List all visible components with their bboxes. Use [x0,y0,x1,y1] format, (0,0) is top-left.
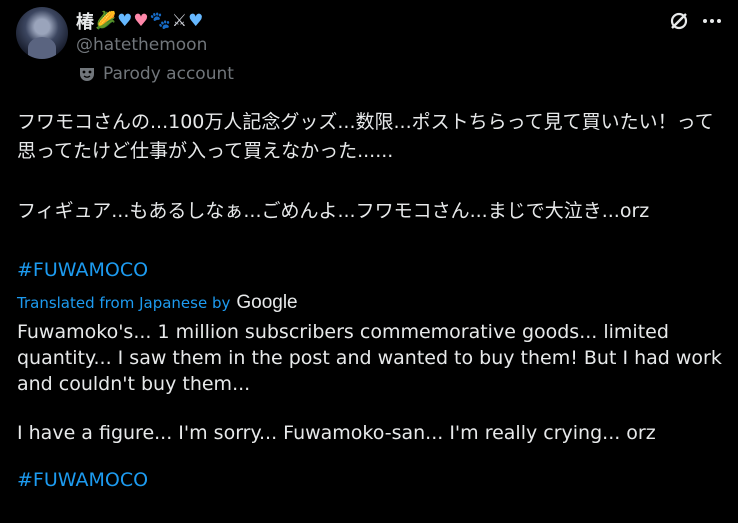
post-text-jp-1: フワモコさんの...100万人記念グッズ...数限...ポストちらって見て買いた… [17,111,714,162]
translated-label: Translated from Japanese by [17,294,231,312]
parody-badge-label: Parody account [103,64,234,84]
post-text-en-2: I have a figure... I'm sorry... Fuwamoko… [17,422,656,444]
more-options-button[interactable] [700,9,724,33]
parody-badge: Parody account [78,64,234,84]
display-name[interactable]: 椿 🌽 ♥ ♥ 🐾 ⚔ ♥ [76,8,203,34]
mask-icon [80,68,94,81]
grok-button[interactable] [667,9,691,33]
more-icon [703,19,721,23]
display-name-text: 椿 [76,12,94,33]
pink-heart-icon: ♥ [133,11,149,31]
crossed-swords-icon: ⚔ [171,11,188,31]
avatar[interactable] [16,7,68,59]
grok-icon [670,12,688,30]
translated-hashtag-link[interactable]: #FUWAMOCO [17,469,148,491]
post-text-en-1: Fuwamoko's... 1 million subscribers comm… [17,321,728,395]
hashtag-link[interactable]: #FUWAMOCO [17,259,148,281]
blue-heart-icon: ♥ [117,11,133,31]
google-logo: Google [236,292,298,313]
blue-heart-icon: ♥ [188,11,204,31]
corn-icon: 🌽 [95,11,117,31]
paw-icon: 🐾 [149,11,171,31]
translation-attribution[interactable]: Translated from Japanese by Google [17,292,298,314]
user-handle[interactable]: @hatethemoon [76,35,207,55]
post-text-jp-2: フィギュア...もあるしなぁ...ごめんよ...フワモコさん...まじで大泣き.… [17,200,650,222]
